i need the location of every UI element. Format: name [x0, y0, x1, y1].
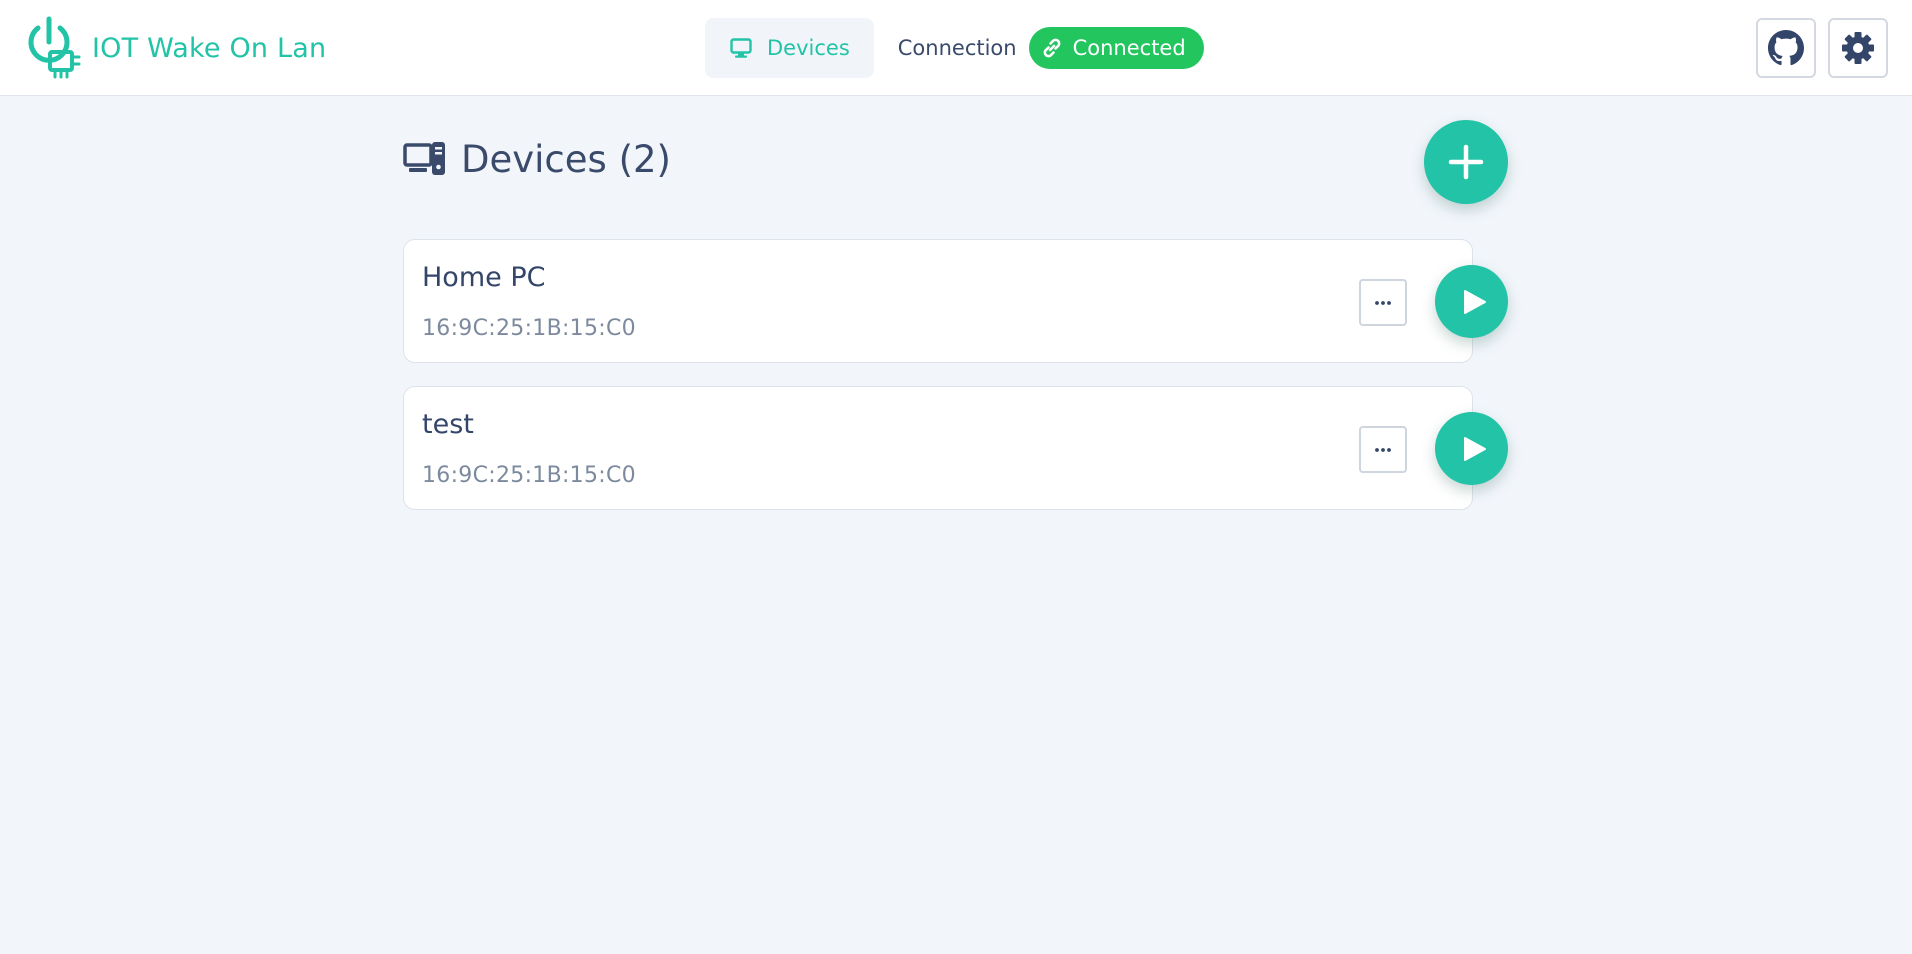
devices-icon [403, 142, 445, 175]
app-header: IOT Wake On Lan Devices Connection Conne… [0, 0, 1912, 96]
github-icon [1768, 30, 1804, 66]
play-icon [1463, 289, 1486, 314]
device-name: test [422, 409, 474, 440]
device-name: Home PC [422, 262, 546, 293]
wake-device-button[interactable] [1435, 265, 1508, 338]
add-device-button[interactable] [1424, 120, 1508, 204]
github-button[interactable] [1756, 18, 1816, 78]
plus-icon [1448, 144, 1484, 180]
tab-devices-label: Devices [767, 36, 850, 60]
device-more-button[interactable] [1359, 279, 1407, 326]
app-title: IOT Wake On Lan [92, 32, 327, 64]
device-card: Home PC 16:9C:25:1B:15:C0 [403, 239, 1473, 363]
tab-connection[interactable]: Connection [874, 18, 1029, 78]
tab-devices[interactable]: Devices [705, 18, 874, 78]
settings-button[interactable] [1828, 18, 1888, 78]
main-nav: Devices Connection Connected [705, 18, 1204, 78]
gear-icon [1842, 32, 1874, 64]
power-chip-icon [28, 16, 81, 79]
list-item: test 16:9C:25:1B:15:C0 [403, 386, 1509, 510]
device-mac-address: 16:9C:25:1B:15:C0 [422, 316, 636, 341]
brand[interactable]: IOT Wake On Lan [22, 16, 326, 80]
connection-status-badge: Connected [1028, 27, 1204, 69]
device-list: Home PC 16:9C:25:1B:15:C0 test 16:9C:25:… [403, 239, 1509, 533]
list-item: Home PC 16:9C:25:1B:15:C0 [403, 239, 1509, 363]
page-heading: Devices (2) [403, 137, 671, 181]
tab-connection-label: Connection [897, 36, 1017, 60]
monitor-icon [730, 38, 752, 58]
device-more-button[interactable] [1359, 426, 1407, 473]
page-title: Devices (2) [461, 137, 671, 181]
ellipsis-icon [1375, 300, 1391, 305]
ellipsis-icon [1375, 447, 1391, 452]
device-mac-address: 16:9C:25:1B:15:C0 [422, 463, 636, 488]
device-card: test 16:9C:25:1B:15:C0 [403, 386, 1473, 510]
play-icon [1463, 436, 1486, 461]
wake-device-button[interactable] [1435, 412, 1508, 485]
link-icon [1043, 38, 1060, 58]
header-actions [1744, 18, 1888, 78]
connection-status-label: Connected [1072, 36, 1186, 60]
